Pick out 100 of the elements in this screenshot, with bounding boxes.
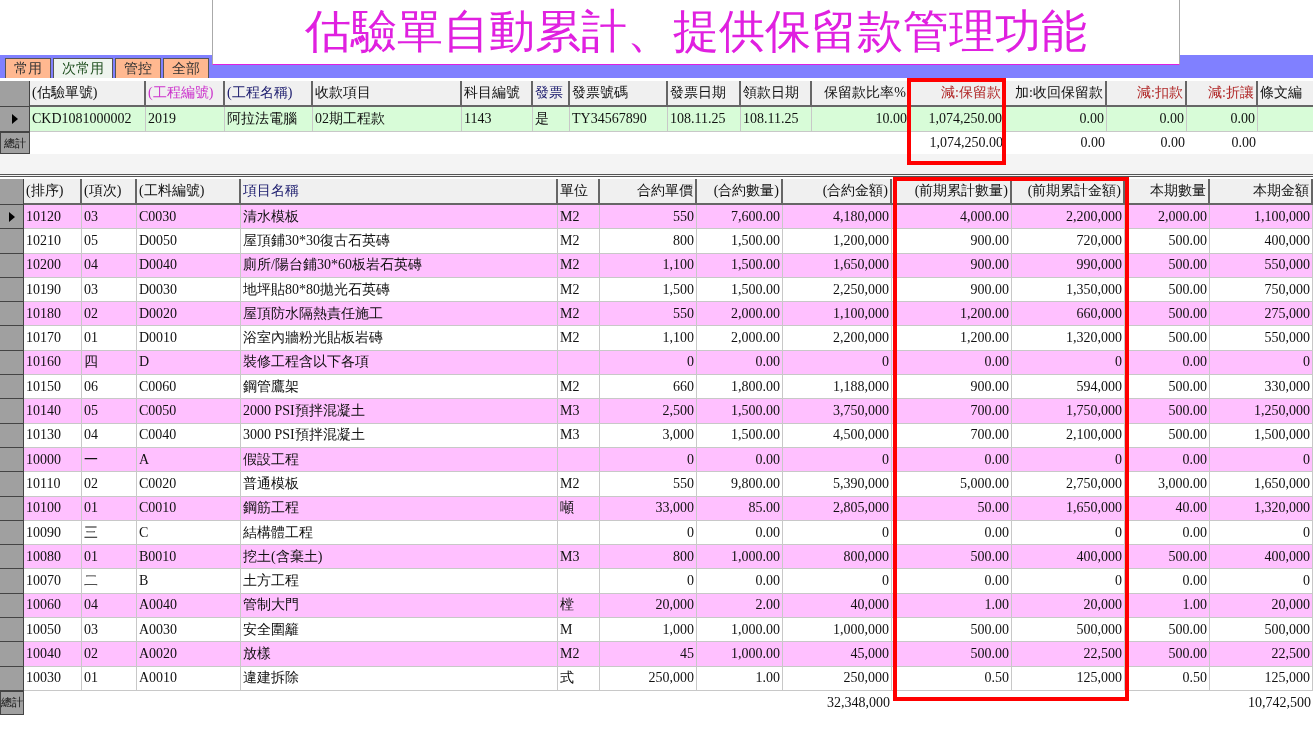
row-selector[interactable] [0, 350, 24, 376]
table-cell: 1,000,000 [783, 618, 892, 643]
row-selector[interactable] [0, 229, 24, 254]
row-selector[interactable] [0, 302, 24, 327]
table-cell: 0 [1012, 569, 1125, 594]
column-header[interactable]: (工程名稱) [225, 81, 313, 107]
table-cell: C0040 [137, 423, 241, 448]
table-cell: 1,000 [600, 618, 697, 643]
column-header[interactable]: 項目名稱 [241, 179, 558, 205]
table-cell: 四 [82, 350, 137, 376]
column-header[interactable]: 發票號碼 [570, 81, 668, 107]
tab[interactable]: 次常用 [53, 58, 113, 78]
row-selector[interactable] [0, 642, 24, 667]
table-cell: 違建拆除 [241, 666, 558, 691]
table-cell: 5,390,000 [783, 472, 892, 497]
table-cell: 阿拉法電腦 [225, 107, 313, 132]
table-cell: 10050 [24, 618, 82, 643]
column-header[interactable]: 保留款比率% [812, 81, 910, 107]
column-header[interactable]: (工程編號) [146, 81, 225, 107]
table-cell: 10.00 [812, 107, 910, 132]
table-cell: 2,200,000 [783, 326, 892, 351]
row-selector[interactable] [0, 277, 24, 303]
table-cell: 330,000 [1210, 375, 1313, 400]
table-cell: M3 [558, 423, 600, 448]
column-header[interactable]: 收款項目 [313, 81, 462, 107]
column-header[interactable]: 發票 [533, 81, 570, 107]
row-selector[interactable] [0, 666, 24, 691]
row-selector[interactable] [0, 472, 24, 497]
column-header[interactable]: (前期累計金額) [1012, 179, 1125, 205]
table-cell: 1,500.00 [697, 253, 783, 278]
row-selector[interactable] [0, 399, 24, 424]
table-cell: 05 [82, 229, 137, 254]
column-header[interactable]: 發票日期 [668, 81, 741, 107]
table-cell: 10030 [24, 666, 82, 691]
table-cell: 85.00 [697, 496, 783, 521]
grid-corner [0, 179, 24, 205]
splitter-bar[interactable] [0, 154, 1313, 177]
table-cell: 1,074,250.00 [910, 107, 1005, 132]
table-cell: 10100 [24, 496, 82, 521]
table-cell: 0 [783, 520, 892, 546]
column-header[interactable]: (合約金額) [783, 179, 892, 205]
table-cell: 1,000.00 [697, 618, 783, 643]
table-cell: 0 [600, 350, 697, 376]
column-header[interactable]: 條文編 [1258, 81, 1313, 107]
tab[interactable]: 管控 [115, 58, 161, 78]
column-header[interactable]: 單位 [558, 179, 600, 205]
table-cell: 400,000 [1210, 545, 1313, 570]
row-selector[interactable] [0, 520, 24, 546]
table-cell: 33,000 [600, 496, 697, 521]
table-cell: A0010 [137, 666, 241, 691]
column-header[interactable]: (估驗單號) [30, 81, 146, 107]
row-selector[interactable] [0, 593, 24, 619]
column-header[interactable]: 本期金額 [1210, 179, 1313, 205]
row-selector[interactable] [0, 545, 24, 570]
table-cell: 0 [600, 569, 697, 594]
row-selector[interactable] [0, 618, 24, 643]
table-cell: 10160 [24, 350, 82, 376]
table-cell: 地坪貼80*80拋光石英磚 [241, 277, 558, 303]
table-cell: 0 [1210, 447, 1313, 473]
column-header[interactable]: (合約數量) [697, 179, 783, 205]
column-header[interactable]: (項次) [82, 179, 137, 205]
column-header[interactable]: 合約單價 [600, 179, 697, 205]
table-cell: 管制大門 [241, 593, 558, 619]
row-selector[interactable] [0, 107, 30, 132]
table-cell: 0 [783, 350, 892, 376]
row-selector[interactable] [0, 205, 24, 230]
column-header[interactable]: 加:收回保留款 [1005, 81, 1107, 107]
tab[interactable]: 全部 [163, 58, 209, 78]
tab[interactable]: 常用 [5, 58, 51, 78]
table-cell: 1,650,000 [783, 253, 892, 278]
table-cell: A0040 [137, 593, 241, 619]
row-selector[interactable] [0, 253, 24, 278]
column-header[interactable]: 減:折讓 [1187, 81, 1258, 107]
table-cell: C0060 [137, 375, 241, 400]
table-cell: M2 [558, 302, 600, 327]
row-selector[interactable] [0, 496, 24, 521]
column-header[interactable]: 領款日期 [741, 81, 812, 107]
table-cell: 108.11.25 [741, 107, 812, 132]
table-cell: 2,500 [600, 399, 697, 424]
table-cell: 03 [82, 618, 137, 643]
row-selector[interactable] [0, 447, 24, 473]
table-cell: 1,320,000 [1012, 326, 1125, 351]
table-cell: 0 [1012, 447, 1125, 473]
table-cell: 125,000 [1012, 666, 1125, 691]
row-selector[interactable] [0, 569, 24, 594]
table-cell: 720,000 [1012, 229, 1125, 254]
column-header[interactable]: (排序) [24, 179, 82, 205]
row-selector[interactable] [0, 375, 24, 400]
totals-label: 總計 [0, 690, 24, 715]
table-cell: 浴室內牆粉光貼板岩磚 [241, 326, 558, 351]
table-cell: 10210 [24, 229, 82, 254]
column-header[interactable]: 減:扣款 [1107, 81, 1187, 107]
table-cell: 10110 [24, 472, 82, 497]
row-selector[interactable] [0, 423, 24, 448]
table-cell: 550 [600, 472, 697, 497]
row-selector[interactable] [0, 326, 24, 351]
table-cell: 10120 [24, 205, 82, 230]
column-header[interactable]: (工料編號) [137, 179, 241, 205]
column-header[interactable]: 科目編號 [462, 81, 533, 107]
table-cell: 22,500 [1210, 642, 1313, 667]
